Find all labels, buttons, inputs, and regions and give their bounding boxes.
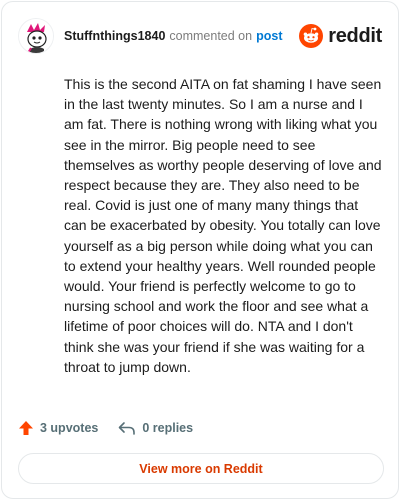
reddit-brand[interactable]: reddit: [299, 24, 382, 48]
upvotes-count: 3 upvotes: [40, 421, 99, 435]
upvote-arrow-icon: [19, 421, 33, 435]
comment-actions: 3 upvotes 0 replies: [18, 418, 193, 438]
commented-on-text: commented on: [169, 29, 253, 43]
upvote-button[interactable]: 3 upvotes: [18, 420, 98, 436]
post-link[interactable]: post: [256, 29, 282, 43]
user-avatar[interactable]: [18, 18, 54, 54]
view-more-button[interactable]: View more on Reddit: [18, 453, 384, 484]
reply-button[interactable]: 0 replies: [118, 420, 193, 436]
snoo-avatar-icon: [19, 19, 53, 53]
replies-count: 0 replies: [142, 421, 194, 435]
comment-body: This is the second AITA on fat shaming I…: [64, 76, 382, 375]
comment-header: Stuffnthings1840 commented on post reddi…: [18, 18, 382, 54]
reddit-wordmark: reddit: [328, 24, 382, 47]
comment-embed-card: Stuffnthings1840 commented on post reddi…: [1, 1, 399, 499]
username-link[interactable]: Stuffnthings1840: [64, 29, 165, 43]
reply-arrow-icon: [119, 422, 136, 435]
comment-meta: Stuffnthings1840 commented on post: [64, 29, 282, 43]
reddit-logo-icon: [299, 24, 324, 48]
